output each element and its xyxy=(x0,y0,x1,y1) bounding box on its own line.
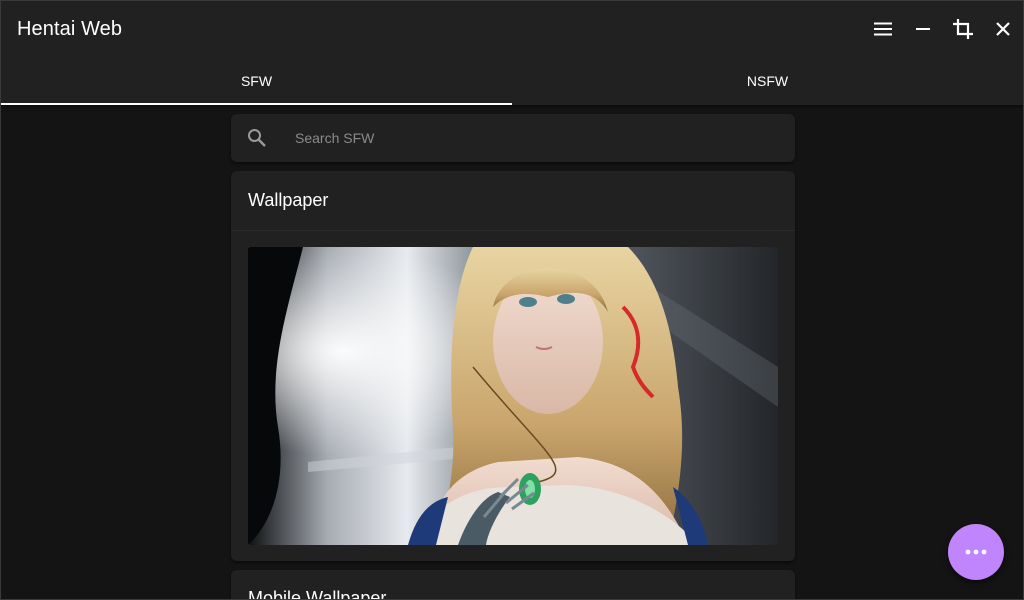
more-horizontal-icon xyxy=(965,549,987,555)
search-bar[interactable] xyxy=(231,114,795,162)
tab-bar: SFW NSFW xyxy=(1,57,1023,105)
search-icon xyxy=(247,128,267,148)
title-bar: Hentai Web xyxy=(1,1,1023,57)
app-window: Hentai Web SFW NSFW Search SFW Wallpaper… xyxy=(0,0,1024,600)
tab-nsfw-label: NSFW xyxy=(746,73,789,89)
main-content: Wallpaper xyxy=(231,114,795,599)
close-icon xyxy=(996,22,1010,36)
tab-sfw-label: SFW xyxy=(240,73,273,89)
card-body xyxy=(231,231,795,561)
more-options-button[interactable] xyxy=(948,524,1004,580)
minimize-icon xyxy=(916,28,930,30)
close-button[interactable] xyxy=(983,9,1023,49)
menu-button[interactable] xyxy=(863,9,903,49)
mobile-wallpaper-card: Mobile Wallpaper xyxy=(231,570,795,599)
menu-icon xyxy=(874,22,892,36)
window-controls xyxy=(863,1,1023,57)
wallpaper-card: Wallpaper xyxy=(231,171,795,561)
tab-nsfw[interactable]: NSFW xyxy=(512,57,1023,105)
wallpaper-image[interactable] xyxy=(248,247,778,545)
tab-sfw[interactable]: SFW xyxy=(1,57,512,105)
crop-icon xyxy=(953,19,973,39)
tab-bar-shadow xyxy=(1,105,1023,109)
search-input[interactable] xyxy=(295,114,795,162)
card-title: Mobile Wallpaper xyxy=(231,570,795,599)
app-title: Hentai Web xyxy=(17,17,123,40)
card-title: Wallpaper xyxy=(231,171,795,231)
minimize-button[interactable] xyxy=(903,9,943,49)
crop-button[interactable] xyxy=(943,9,983,49)
